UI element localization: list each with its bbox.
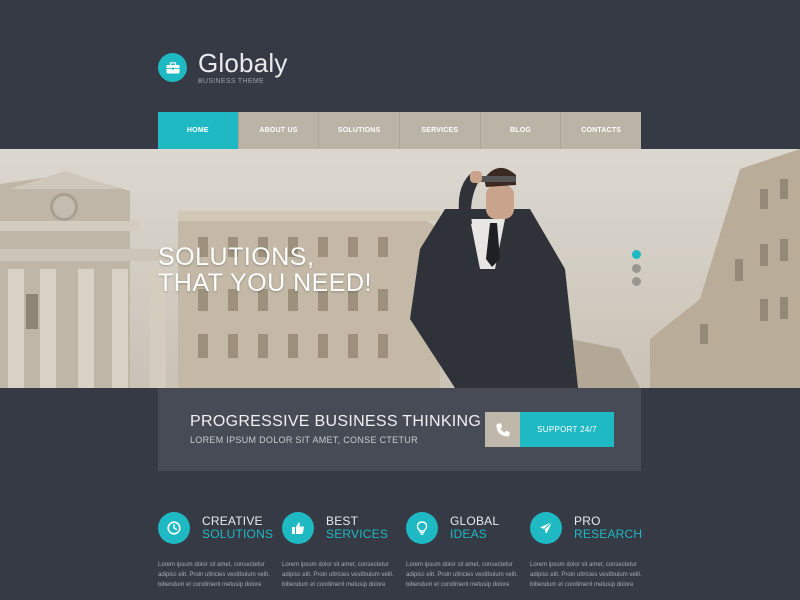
briefcase-icon [158,53,187,82]
feature-subtitle: IDEAS [450,527,488,541]
feature-subtitle: SOLUTIONS [202,527,274,541]
slider-dot-1[interactable] [632,250,641,259]
slider-pagination [632,250,641,291]
feature-description: Lorem ipsum dolor sit amet, consectetur … [158,560,283,590]
nav-item-solutions[interactable]: SOLUTIONS [318,112,399,149]
nav-item-about-us[interactable]: ABOUT US [237,112,319,149]
feature-global-ideas: GLOBAL IDEAS Lorem ipsum dolor sit amet,… [406,512,531,590]
phone-icon [485,412,520,447]
feature-text-line: bibendum et condiment metusip dolore [282,582,386,588]
feature-text-line: Lorem ipsum dolor sit amet, consectetur [158,562,265,568]
feature-text-line: adipisc elit. Proin ultricies vestibulum… [158,572,270,578]
clock-icon [158,512,190,544]
feature-text-line: Lorem ipsum dolor sit amet, consectetur [282,562,389,568]
logo-subtitle: BUSINESS THEME [198,78,264,85]
feature-text-line: bibendum et condiment metusip dolore [530,582,634,588]
logo[interactable]: Globaly BUSINESS THEME [158,50,288,85]
hero-heading-line2: THAT YOU NEED! [158,269,372,297]
feature-text-line: Lorem ipsum dolor sit amet, consectetur [530,562,637,568]
nav-item-home[interactable]: HOME [158,112,238,149]
nav-item-blog[interactable]: BLOG [479,112,561,149]
feature-text-line: bibendum et condiment metusip dolore [158,582,262,588]
promo-band: PROGRESSIVE BUSINESS THINKING LOREM IPSU… [158,388,641,471]
feature-text-line: bibendum et condiment metusip dolore [406,582,510,588]
feature-best-services: BEST SERVICES Lorem ipsum dolor sit amet… [282,512,407,590]
feature-creative-solutions: CREATIVE SOLUTIONS Lorem ipsum dolor sit… [158,512,283,590]
feature-text-line: Lorem ipsum dolor sit amet, consectetur [406,562,513,568]
promo-title: PROGRESSIVE BUSINESS THINKING [190,413,482,430]
hero-slider: SOLUTIONS, THAT YOU NEED! [0,149,800,388]
feature-description: Lorem ipsum dolor sit amet, consectetur … [530,560,655,590]
feature-text-line: adipisc elit. Proin ultricies vestibulum… [530,572,642,578]
support-button-label: SUPPORT 24/7 [520,412,614,447]
hero-heading-line1: SOLUTIONS, [158,243,315,271]
paper-plane-icon [530,512,562,544]
feature-subtitle: RESEARCH [574,527,643,541]
main-nav: HOME ABOUT US SOLUTIONS SERVICES BLOG CO… [158,112,641,149]
promo-subtitle: LOREM IPSUM DOLOR SIT AMET, CONSE CTETUR [190,435,418,445]
feature-text-line: adipisc elit. Proin ultricies vestibulum… [406,572,518,578]
feature-description: Lorem ipsum dolor sit amet, consectetur … [282,560,407,590]
support-button[interactable]: SUPPORT 24/7 [485,412,614,447]
slider-dot-3[interactable] [632,277,641,286]
hero-heading: SOLUTIONS, THAT YOU NEED! [158,244,372,296]
hero-image [0,149,800,388]
feature-pro-research: PRO RESEARCH Lorem ipsum dolor sit amet,… [530,512,655,590]
nav-item-services[interactable]: SERVICES [399,112,480,149]
feature-subtitle: SERVICES [326,527,389,541]
slider-dot-2[interactable] [632,263,641,273]
lightbulb-icon [406,512,438,544]
logo-title: Globaly [198,48,288,78]
feature-text-line: adipisc elit. Proin ultricies vestibulum… [282,572,394,578]
feature-description: Lorem ipsum dolor sit amet, consectetur … [406,560,531,590]
nav-item-contacts[interactable]: CONTACTS [560,112,641,149]
thumbs-up-icon [282,512,314,544]
